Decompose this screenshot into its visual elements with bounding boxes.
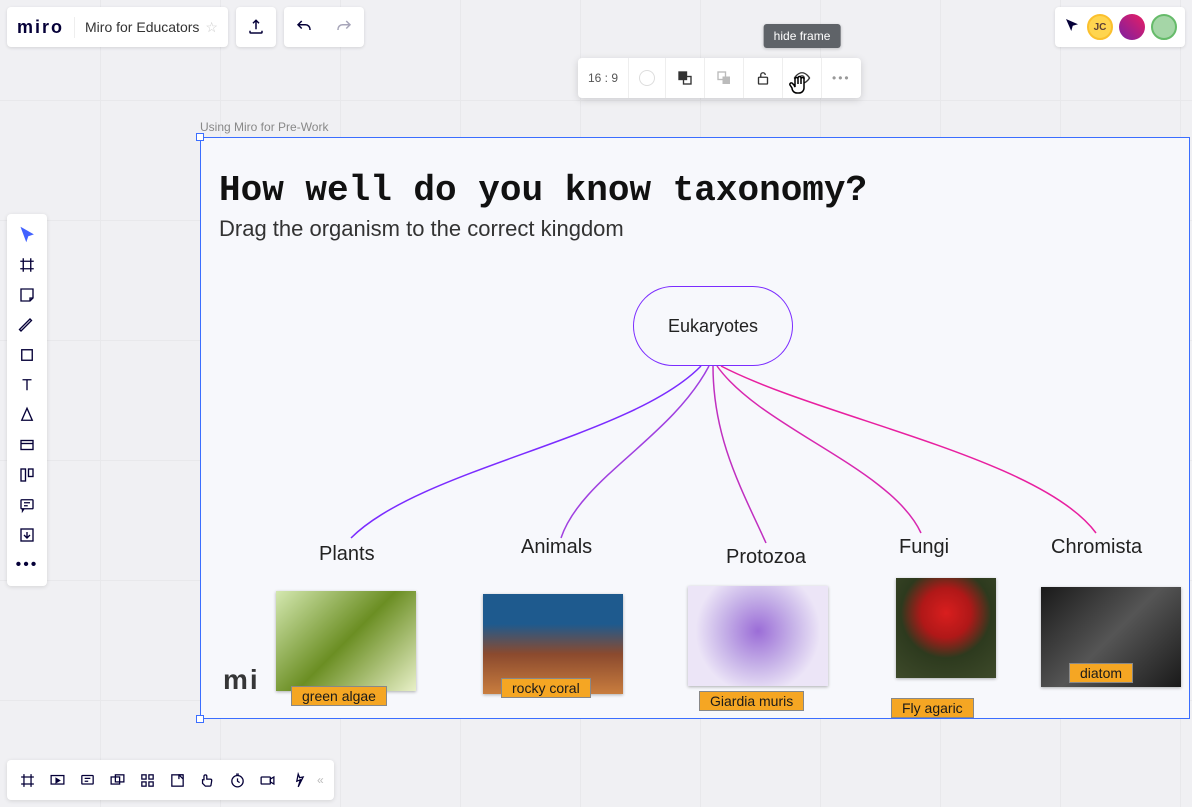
cursor-follow-icon[interactable] xyxy=(1063,16,1081,39)
card-label-rocky-coral[interactable]: rocky coral xyxy=(501,678,591,698)
left-toolbar: ••• xyxy=(7,214,47,586)
undo-redo-group xyxy=(284,7,364,47)
board-title[interactable]: Miro for Educators xyxy=(85,19,199,35)
card-label-green-algae[interactable]: green algae xyxy=(291,686,387,706)
reactions-button[interactable] xyxy=(193,760,221,800)
frame-color-button[interactable] xyxy=(629,58,666,98)
selection-handle-tl[interactable] xyxy=(196,133,204,141)
kingdom-plants[interactable]: Plants xyxy=(319,543,375,566)
root-node-label: Eukaryotes xyxy=(668,316,758,337)
card-label-giardia[interactable]: Giardia muris xyxy=(699,691,804,711)
more-tools[interactable]: ••• xyxy=(7,550,47,580)
text-tool[interactable] xyxy=(7,370,47,400)
kingdom-chromista[interactable]: Chromista xyxy=(1051,536,1142,559)
shape-tool[interactable] xyxy=(7,340,47,370)
video-button[interactable] xyxy=(253,760,281,800)
aspect-ratio-button[interactable]: 16 : 9 xyxy=(578,58,629,98)
color-swatch-icon xyxy=(639,70,655,86)
frame-tool[interactable] xyxy=(7,250,47,280)
root-node[interactable]: Eukaryotes xyxy=(633,286,793,366)
frame-title: How well do you know taxonomy? xyxy=(219,170,867,211)
topbar: miro Miro for Educators ☆ xyxy=(7,7,364,47)
connection-tool[interactable] xyxy=(7,400,47,430)
selection-handle-bl[interactable] xyxy=(196,715,204,723)
comment-tool[interactable] xyxy=(7,490,47,520)
presentation-button[interactable] xyxy=(43,760,71,800)
cards-button[interactable] xyxy=(103,760,131,800)
aspect-ratio-label: 16 : 9 xyxy=(588,71,618,85)
board-header: miro Miro for Educators ☆ xyxy=(7,7,228,47)
sticky-tool[interactable] xyxy=(7,280,47,310)
avatar-2[interactable] xyxy=(1119,14,1145,40)
frame-context-toolbar: 16 : 9 hide frame ••• xyxy=(578,58,861,98)
frame[interactable]: How well do you know taxonomy? Drag the … xyxy=(200,137,1190,719)
frame-subtitle: Drag the organism to the correct kingdom xyxy=(219,216,624,242)
dots-icon: ••• xyxy=(16,556,39,574)
collapse-icon[interactable]: « xyxy=(313,773,328,787)
kingdom-animals[interactable]: Animals xyxy=(521,536,592,559)
voting-button[interactable] xyxy=(283,760,311,800)
iframe-tool[interactable] xyxy=(7,520,47,550)
send-back-button[interactable] xyxy=(705,58,744,98)
lock-button[interactable] xyxy=(744,58,783,98)
pen-tool[interactable] xyxy=(7,310,47,340)
redo-button[interactable] xyxy=(324,18,364,36)
export-button[interactable] xyxy=(236,7,276,47)
frames-panel-button[interactable] xyxy=(13,760,41,800)
card-fly-agaric[interactable] xyxy=(896,578,996,678)
card-tool[interactable] xyxy=(7,430,47,460)
card-label-diatom[interactable]: diatom xyxy=(1069,663,1133,683)
bottom-toolbar: « xyxy=(7,760,334,800)
avatar-1[interactable]: JC xyxy=(1087,14,1113,40)
card-label-fly-agaric[interactable]: Fly agaric xyxy=(891,698,974,718)
kingdom-protozoa[interactable]: Protozoa xyxy=(726,546,806,569)
avatar-3[interactable] xyxy=(1151,14,1177,40)
dots-icon: ••• xyxy=(832,71,851,85)
star-icon[interactable]: ☆ xyxy=(205,19,218,36)
share-button[interactable] xyxy=(163,760,191,800)
card-giardia[interactable] xyxy=(688,586,828,686)
bring-front-button[interactable] xyxy=(666,58,705,98)
export-icon xyxy=(236,18,276,36)
kanban-tool[interactable] xyxy=(7,460,47,490)
card-green-algae[interactable] xyxy=(276,591,416,691)
miro-logo[interactable]: miro xyxy=(17,17,75,38)
undo-button[interactable] xyxy=(284,18,324,36)
hide-frame-button[interactable]: hide frame xyxy=(783,58,822,98)
activity-button[interactable] xyxy=(133,760,161,800)
more-options-button[interactable]: ••• xyxy=(822,58,861,98)
select-tool[interactable] xyxy=(7,220,47,250)
timer-button[interactable] xyxy=(223,760,251,800)
comments-button[interactable] xyxy=(73,760,101,800)
presence-bar: JC xyxy=(1055,7,1185,47)
tooltip: hide frame xyxy=(764,24,841,48)
kingdom-fungi[interactable]: Fungi xyxy=(899,536,949,559)
frame-label[interactable]: Using Miro for Pre-Work xyxy=(200,120,328,134)
watermark: mi xyxy=(223,664,260,696)
